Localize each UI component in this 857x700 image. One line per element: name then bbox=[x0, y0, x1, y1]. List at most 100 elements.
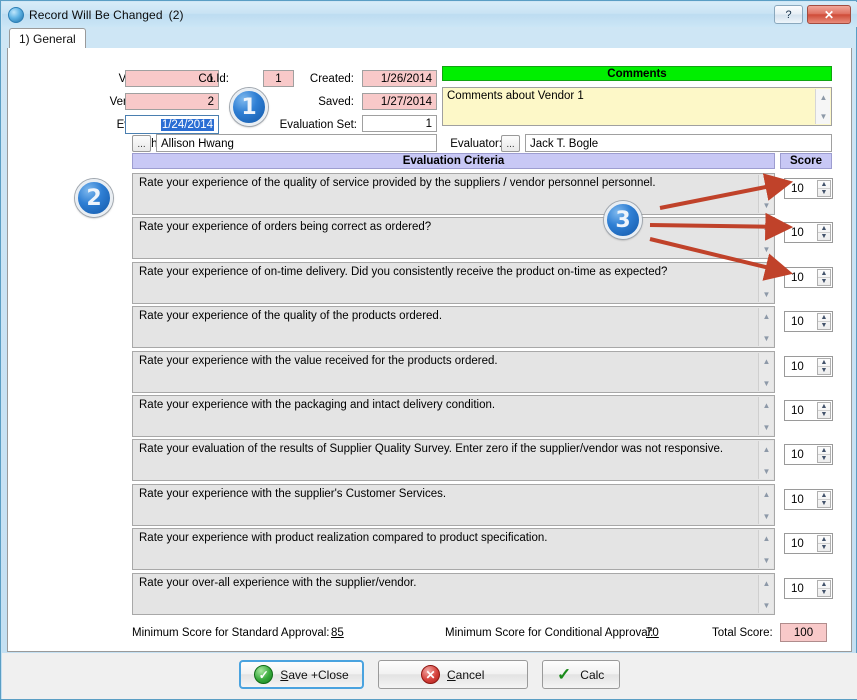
criteria-scrollbar[interactable]: ▲▼ bbox=[758, 397, 773, 435]
score-stepper[interactable]: ▲▼ bbox=[817, 402, 831, 419]
cancel-button[interactable]: ✕ Cancel bbox=[378, 660, 528, 689]
scroll-up-icon[interactable]: ▲ bbox=[759, 442, 774, 456]
criteria-scrollbar[interactable]: ▲▼ bbox=[758, 575, 773, 613]
author-picker-button[interactable]: ... bbox=[132, 135, 151, 152]
stepper-up-icon[interactable]: ▲ bbox=[818, 225, 830, 233]
stepper-up-icon[interactable]: ▲ bbox=[818, 314, 830, 322]
comments-scrollbar[interactable]: ▲ ▼ bbox=[815, 89, 830, 124]
criteria-scrollbar[interactable]: ▲▼ bbox=[758, 175, 773, 213]
stepper-up-icon[interactable]: ▲ bbox=[818, 270, 830, 278]
score-input[interactable]: 10▲▼ bbox=[784, 489, 833, 510]
scroll-up-icon[interactable]: ▲ bbox=[759, 576, 774, 590]
score-input[interactable]: 10▲▼ bbox=[784, 444, 833, 465]
criteria-row[interactable]: Rate your evaluation of the results of S… bbox=[132, 439, 775, 481]
scroll-up-icon[interactable]: ▲ bbox=[816, 90, 831, 104]
author-field[interactable]: Allison Hwang bbox=[156, 134, 437, 152]
calc-label: Calc bbox=[580, 668, 604, 682]
scroll-up-icon[interactable]: ▲ bbox=[759, 354, 774, 368]
score-input[interactable]: 10▲▼ bbox=[784, 400, 833, 421]
stepper-up-icon[interactable]: ▲ bbox=[818, 581, 830, 589]
stepper-up-icon[interactable]: ▲ bbox=[818, 181, 830, 189]
scroll-down-icon[interactable]: ▼ bbox=[759, 598, 774, 612]
score-stepper[interactable]: ▲▼ bbox=[817, 313, 831, 330]
criteria-scrollbar[interactable]: ▲▼ bbox=[758, 441, 773, 479]
criteria-row[interactable]: Rate your over-all experience with the s… bbox=[132, 573, 775, 615]
evaluation-set-field[interactable]: 1 bbox=[362, 115, 437, 132]
scroll-down-icon[interactable]: ▼ bbox=[759, 464, 774, 478]
score-stepper[interactable]: ▲▼ bbox=[817, 580, 831, 597]
scroll-up-icon[interactable]: ▲ bbox=[759, 176, 774, 190]
ven-eval-id-field[interactable]: 2 bbox=[125, 93, 219, 110]
scroll-down-icon[interactable]: ▼ bbox=[759, 420, 774, 434]
stepper-up-icon[interactable]: ▲ bbox=[818, 492, 830, 500]
score-input[interactable]: 10▲▼ bbox=[784, 356, 833, 377]
score-input[interactable]: 10▲▼ bbox=[784, 178, 833, 199]
score-input[interactable]: 10▲▼ bbox=[784, 311, 833, 332]
score-stepper[interactable]: ▲▼ bbox=[817, 446, 831, 463]
score-stepper[interactable]: ▲▼ bbox=[817, 180, 831, 197]
stepper-down-icon[interactable]: ▼ bbox=[818, 455, 830, 462]
scroll-down-icon[interactable]: ▼ bbox=[759, 287, 774, 301]
help-button[interactable]: ? bbox=[774, 5, 803, 24]
scroll-down-icon[interactable]: ▼ bbox=[759, 376, 774, 390]
scroll-down-icon[interactable]: ▼ bbox=[759, 553, 774, 567]
score-input[interactable]: 10▲▼ bbox=[784, 222, 833, 243]
scroll-up-icon[interactable]: ▲ bbox=[759, 309, 774, 323]
criteria-row[interactable]: Rate your experience with the value rece… bbox=[132, 351, 775, 393]
evaluator-picker-button[interactable]: ... bbox=[501, 135, 520, 152]
scroll-down-icon[interactable]: ▼ bbox=[759, 331, 774, 345]
criteria-scrollbar[interactable]: ▲▼ bbox=[758, 264, 773, 302]
stepper-down-icon[interactable]: ▼ bbox=[818, 544, 830, 551]
stepper-up-icon[interactable]: ▲ bbox=[818, 536, 830, 544]
criteria-row[interactable]: Rate your experience with the supplier's… bbox=[132, 484, 775, 526]
criteria-row[interactable]: Rate your experience of the quality of s… bbox=[132, 173, 775, 215]
stepper-down-icon[interactable]: ▼ bbox=[818, 411, 830, 418]
stepper-up-icon[interactable]: ▲ bbox=[818, 359, 830, 367]
criteria-scrollbar[interactable]: ▲▼ bbox=[758, 219, 773, 257]
stepper-down-icon[interactable]: ▼ bbox=[818, 278, 830, 285]
criteria-scrollbar[interactable]: ▲▼ bbox=[758, 308, 773, 346]
tab-general[interactable]: 1) General bbox=[9, 28, 86, 49]
criteria-scrollbar[interactable]: ▲▼ bbox=[758, 530, 773, 568]
scroll-up-icon[interactable]: ▲ bbox=[759, 531, 774, 545]
stepper-down-icon[interactable]: ▼ bbox=[818, 322, 830, 329]
scroll-up-icon[interactable]: ▲ bbox=[759, 487, 774, 501]
score-stepper[interactable]: ▲▼ bbox=[817, 269, 831, 286]
calc-button[interactable]: ✓ Calc bbox=[542, 660, 620, 689]
stepper-down-icon[interactable]: ▼ bbox=[818, 367, 830, 374]
stepper-down-icon[interactable]: ▼ bbox=[818, 189, 830, 196]
close-button[interactable]: ✕ bbox=[807, 5, 851, 24]
score-input[interactable]: 10▲▼ bbox=[784, 533, 833, 554]
score-input[interactable]: 10▲▼ bbox=[784, 267, 833, 288]
score-stepper[interactable]: ▲▼ bbox=[817, 535, 831, 552]
stepper-down-icon[interactable]: ▼ bbox=[818, 589, 830, 596]
evaluator-field[interactable]: Jack T. Bogle bbox=[525, 134, 832, 152]
evaluation-set-label: Evaluation Set: bbox=[253, 119, 357, 131]
criteria-row[interactable]: Rate your experience of the quality of t… bbox=[132, 306, 775, 348]
scroll-up-icon[interactable]: ▲ bbox=[759, 220, 774, 234]
scroll-down-icon[interactable]: ▼ bbox=[759, 509, 774, 523]
stepper-down-icon[interactable]: ▼ bbox=[818, 233, 830, 240]
scroll-down-icon[interactable]: ▼ bbox=[816, 109, 831, 123]
criteria-scrollbar[interactable]: ▲▼ bbox=[758, 486, 773, 524]
stepper-up-icon[interactable]: ▲ bbox=[818, 447, 830, 455]
criteria-row[interactable]: Rate your experience of orders being cor… bbox=[132, 217, 775, 259]
score-stepper[interactable]: ▲▼ bbox=[817, 491, 831, 508]
criteria-row[interactable]: Rate your experience with product realiz… bbox=[132, 528, 775, 570]
scroll-down-icon[interactable]: ▼ bbox=[759, 242, 774, 256]
save-close-button[interactable]: ✓ Save +Close bbox=[239, 660, 363, 689]
scroll-down-icon[interactable]: ▼ bbox=[759, 198, 774, 212]
scroll-up-icon[interactable]: ▲ bbox=[759, 398, 774, 412]
criteria-row[interactable]: Rate your experience with the packaging … bbox=[132, 395, 775, 437]
score-stepper[interactable]: ▲▼ bbox=[817, 224, 831, 241]
evaluated-field[interactable]: 1/24/2014 bbox=[125, 115, 219, 134]
criteria-row[interactable]: Rate your experience of on-time delivery… bbox=[132, 262, 775, 304]
score-stepper[interactable]: ▲▼ bbox=[817, 358, 831, 375]
stepper-up-icon[interactable]: ▲ bbox=[818, 403, 830, 411]
co-id-field[interactable]: 1 bbox=[263, 70, 294, 87]
criteria-scrollbar[interactable]: ▲▼ bbox=[758, 353, 773, 391]
score-input[interactable]: 10▲▼ bbox=[784, 578, 833, 599]
comments-textarea[interactable]: Comments about Vendor 1 ▲ ▼ bbox=[442, 87, 832, 126]
stepper-down-icon[interactable]: ▼ bbox=[818, 500, 830, 507]
scroll-up-icon[interactable]: ▲ bbox=[759, 265, 774, 279]
